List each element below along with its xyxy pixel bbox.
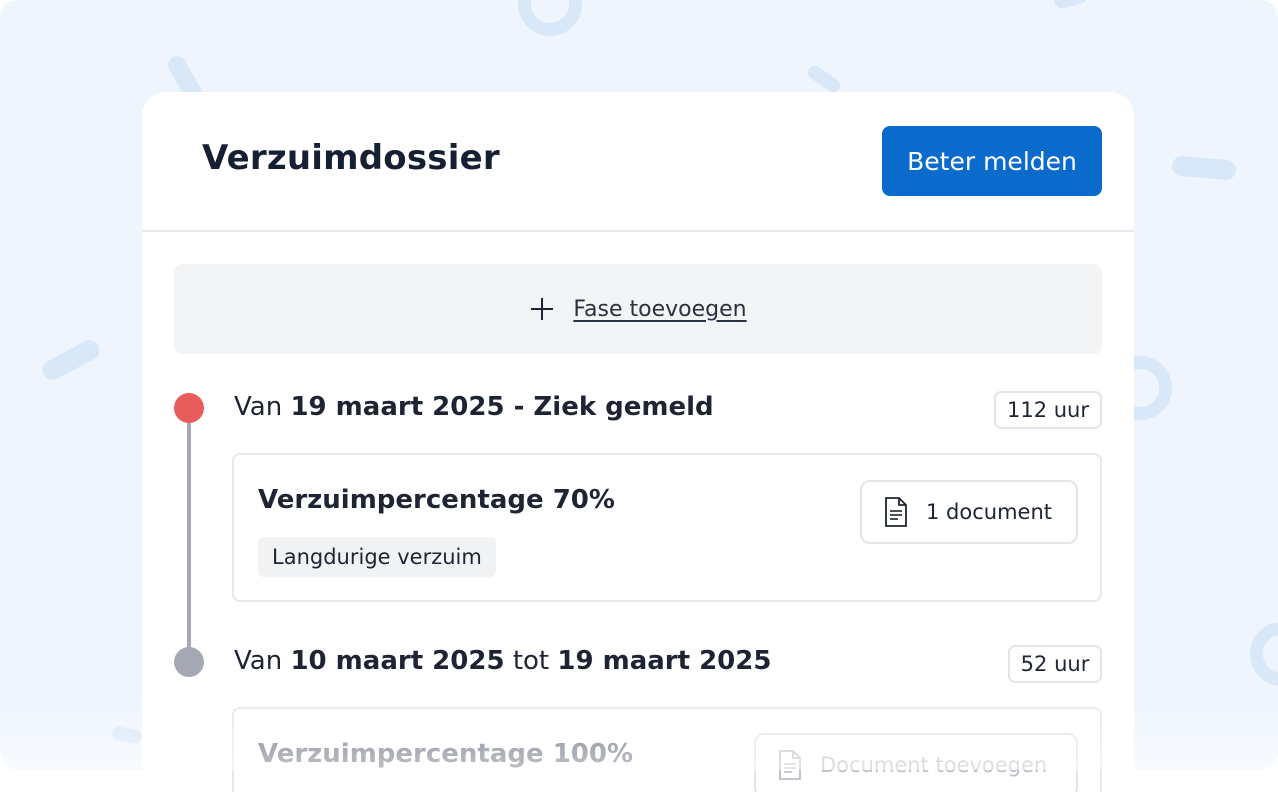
phase-2-add-document-button[interactable]: Document toevoegen <box>754 733 1078 792</box>
phase-1-title: Van 19 maart 2025 - Ziek gemeld <box>234 392 714 422</box>
dossier-card: Verzuimdossier Beter melden Fase toevoeg… <box>142 92 1134 792</box>
decor-ring <box>518 0 582 36</box>
add-phase-button[interactable]: Fase toevoegen <box>174 264 1102 354</box>
phase-2-title: Van 10 maart 2025 tot 19 maart 2025 <box>234 646 771 676</box>
phase-2-start-date: 10 maart 2025 <box>290 646 505 676</box>
phase-status-dot-active <box>174 393 204 423</box>
phase-1-item-title: Verzuimpercentage 70% <box>258 485 615 515</box>
phase-1-date: 19 maart 2025 - Ziek gemeld <box>290 392 714 422</box>
page-title: Verzuimdossier <box>202 138 500 178</box>
phase-1-item-card: Verzuimpercentage 70% Langdurige verzuim… <box>232 453 1102 602</box>
phase-1-hours-badge: 112 uur <box>994 391 1102 429</box>
phase-2-connector: tot <box>512 646 550 676</box>
decor-ring <box>1250 622 1278 686</box>
timeline-line <box>187 408 191 662</box>
phase-2-prefix: Van <box>234 646 283 676</box>
card-header: Verzuimdossier Beter melden <box>142 92 1134 232</box>
phase-2-end-date: 19 maart 2025 <box>557 646 772 676</box>
decor-bar <box>1052 0 1090 11</box>
decor-bar <box>1171 155 1237 181</box>
phase-2-item-title: Verzuimpercentage 100% <box>258 739 634 769</box>
phase-1-document-label: 1 document <box>926 500 1052 524</box>
plus-icon <box>531 298 554 320</box>
phase-2-add-document-label: Document toevoegen <box>820 753 1048 777</box>
phase-status-dot-past <box>174 647 204 677</box>
document-icon <box>885 497 907 527</box>
decor-bar <box>38 336 104 384</box>
phase-2-hours-badge: 52 uur <box>1008 645 1102 683</box>
decor-bar <box>805 62 843 96</box>
add-phase-label[interactable]: Fase toevoegen <box>573 297 746 322</box>
phase-1-prefix: Van <box>234 392 283 422</box>
beter-melden-button[interactable]: Beter melden <box>882 126 1102 196</box>
decor-bar <box>111 725 143 745</box>
document-icon <box>779 750 801 780</box>
phase-1-document-button[interactable]: 1 document <box>860 480 1078 544</box>
phase-1-item-tag: Langdurige verzuim <box>258 537 496 577</box>
phase-2-item-card: Verzuimpercentage 100% Document toevoege… <box>232 707 1102 792</box>
